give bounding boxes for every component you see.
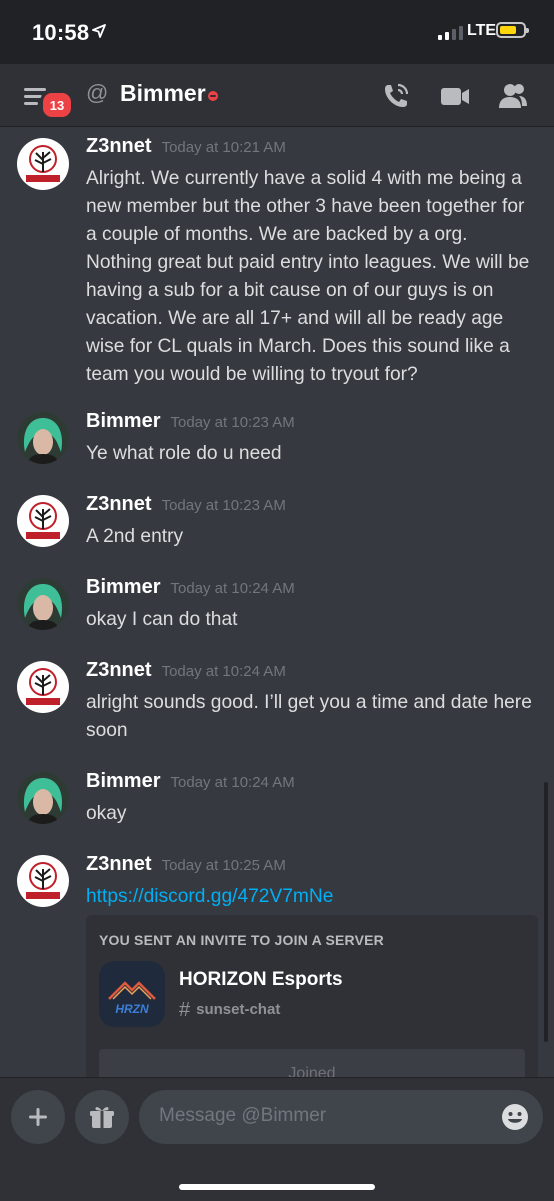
message-timestamp: Today at 10:24 AM	[170, 580, 295, 597]
avatar[interactable]	[17, 855, 69, 907]
add-attachment-button[interactable]	[11, 1090, 65, 1144]
message-timestamp: Today at 10:23 AM	[161, 497, 286, 514]
message-author: Bimmer Today at 10:24 AM	[86, 770, 295, 792]
location-arrow-icon	[92, 24, 106, 38]
tree-logo-icon	[26, 502, 60, 539]
members-icon[interactable]	[497, 80, 529, 112]
tree-logo-icon	[26, 862, 60, 899]
dm-recipient-name[interactable]: Bimmer	[120, 80, 206, 107]
message-content: alright sounds good. I’ll get you a time…	[86, 692, 532, 741]
message-input[interactable]: Message @Bimmer	[139, 1090, 543, 1144]
signal-strength-icon	[438, 26, 463, 40]
call-icon[interactable]	[380, 80, 412, 112]
user-photo-icon	[17, 412, 69, 464]
battery-icon	[496, 22, 529, 38]
avatar[interactable]	[17, 495, 69, 547]
channel-header: @ Bimmer	[0, 64, 554, 127]
server-channel: # sunset-chat	[179, 999, 281, 1021]
unread-badge: 13	[40, 90, 74, 120]
avatar[interactable]	[17, 661, 69, 713]
message-content: okay I can do that	[86, 609, 238, 630]
joined-button[interactable]: Joined	[99, 1049, 525, 1077]
message-author: Z3nnet Today at 10:23 AM	[86, 493, 286, 515]
message-author: Z3nnet Today at 10:21 AM	[86, 135, 286, 157]
avatar[interactable]	[17, 138, 69, 190]
avatar[interactable]	[17, 578, 69, 630]
home-indicator[interactable]	[179, 1184, 375, 1190]
gift-icon	[90, 1107, 114, 1128]
server-name: HORIZON Esports	[179, 969, 343, 990]
avatar[interactable]	[17, 772, 69, 824]
message-list[interactable]: Z3nnet Today at 10:21 AM Alright. We curr…	[0, 127, 554, 1077]
emoji-icon[interactable]	[501, 1103, 529, 1131]
message-content: okay	[86, 803, 127, 824]
message-author: Bimmer Today at 10:24 AM	[86, 576, 295, 598]
plus-icon	[29, 1108, 47, 1126]
dnd-status-icon	[208, 91, 218, 101]
message-timestamp: Today at 10:21 AM	[161, 139, 286, 156]
video-icon[interactable]	[439, 80, 471, 112]
message-author: Bimmer Today at 10:23 AM	[86, 410, 295, 432]
message-timestamp: Today at 10:24 AM	[170, 774, 295, 791]
message-author: Z3nnet Today at 10:24 AM	[86, 659, 286, 681]
message-content: Alright. We currently have a solid 4 wit…	[86, 168, 530, 385]
message-content: Ye what role do u need	[86, 443, 282, 464]
user-photo-icon	[17, 772, 69, 824]
status-time: 10:58	[32, 20, 90, 45]
message-timestamp: Today at 10:23 AM	[170, 414, 295, 431]
gift-button[interactable]	[75, 1090, 129, 1144]
status-bar: 10:58 LTE	[0, 0, 554, 64]
tree-logo-icon	[26, 145, 60, 182]
tree-logo-icon	[26, 668, 60, 705]
message-input-bar: Message @Bimmer	[0, 1077, 554, 1201]
invite-link[interactable]: https://discord.gg/472V7mNe	[86, 883, 536, 911]
scrollbar[interactable]	[544, 782, 548, 1042]
svg-text:HRZN: HRZN	[115, 1002, 149, 1016]
message-author: Z3nnet Today at 10:25 AM	[86, 853, 286, 875]
message-content: A 2nd entry	[86, 526, 184, 547]
at-icon: @	[86, 80, 109, 105]
message-timestamp: Today at 10:25 AM	[161, 857, 286, 874]
user-photo-icon	[17, 578, 69, 630]
server-invite-card: YOU SENT AN INVITE TO JOIN A SERVER HRZN…	[86, 915, 538, 1077]
hashtag-icon: #	[179, 999, 191, 1021]
avatar[interactable]	[17, 412, 69, 464]
message-placeholder: Message @Bimmer	[159, 1105, 327, 1126]
network-type: LTE	[467, 22, 497, 39]
invite-title: YOU SENT AN INVITE TO JOIN A SERVER	[99, 932, 384, 948]
mountain-logo-icon: HRZN	[99, 961, 165, 1027]
server-icon: HRZN	[99, 961, 165, 1027]
message-timestamp: Today at 10:24 AM	[161, 663, 286, 680]
